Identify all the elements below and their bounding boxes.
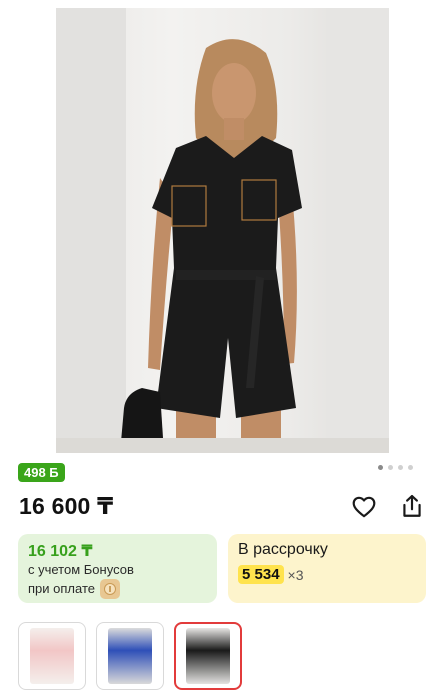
pagination-dot — [398, 465, 403, 470]
favorite-button[interactable] — [351, 494, 377, 520]
thumbnail-image — [108, 628, 152, 684]
bonus-points-badge: 498 Б — [18, 463, 65, 482]
color-thumbnail-blue[interactable] — [96, 622, 164, 690]
bonus-price-note-1: с учетом Бонусов — [28, 562, 134, 577]
model-image — [56, 8, 389, 453]
heart-icon — [352, 496, 376, 518]
installment-card[interactable]: В рассрочку 5 534 ×3 — [228, 534, 426, 603]
share-icon — [403, 494, 421, 517]
installment-amount: 5 534 — [238, 565, 284, 584]
bonus-price-amount: 16 102 ₸ — [28, 543, 93, 560]
color-thumbnail-pink[interactable] — [18, 622, 86, 690]
coin-icon — [99, 579, 120, 599]
pagination-dot — [388, 465, 393, 470]
pagination-dot — [378, 465, 383, 470]
installment-multiplier: ×3 — [287, 566, 304, 583]
color-thumbnail-black[interactable] — [174, 622, 242, 690]
installment-title: В рассрочку — [238, 541, 328, 558]
product-price: 16 600 ₸ — [19, 493, 114, 519]
bonus-price-card[interactable]: 16 102 ₸ с учетом Бонусов при оплате — [18, 534, 217, 603]
product-photo[interactable] — [56, 8, 389, 453]
thumbnail-image — [30, 628, 74, 684]
image-pagination — [378, 465, 413, 470]
pagination-dot — [408, 465, 413, 470]
bonus-price-note-2: при оплате — [28, 581, 95, 596]
thumbnail-image — [186, 628, 230, 684]
share-button[interactable] — [399, 493, 425, 519]
